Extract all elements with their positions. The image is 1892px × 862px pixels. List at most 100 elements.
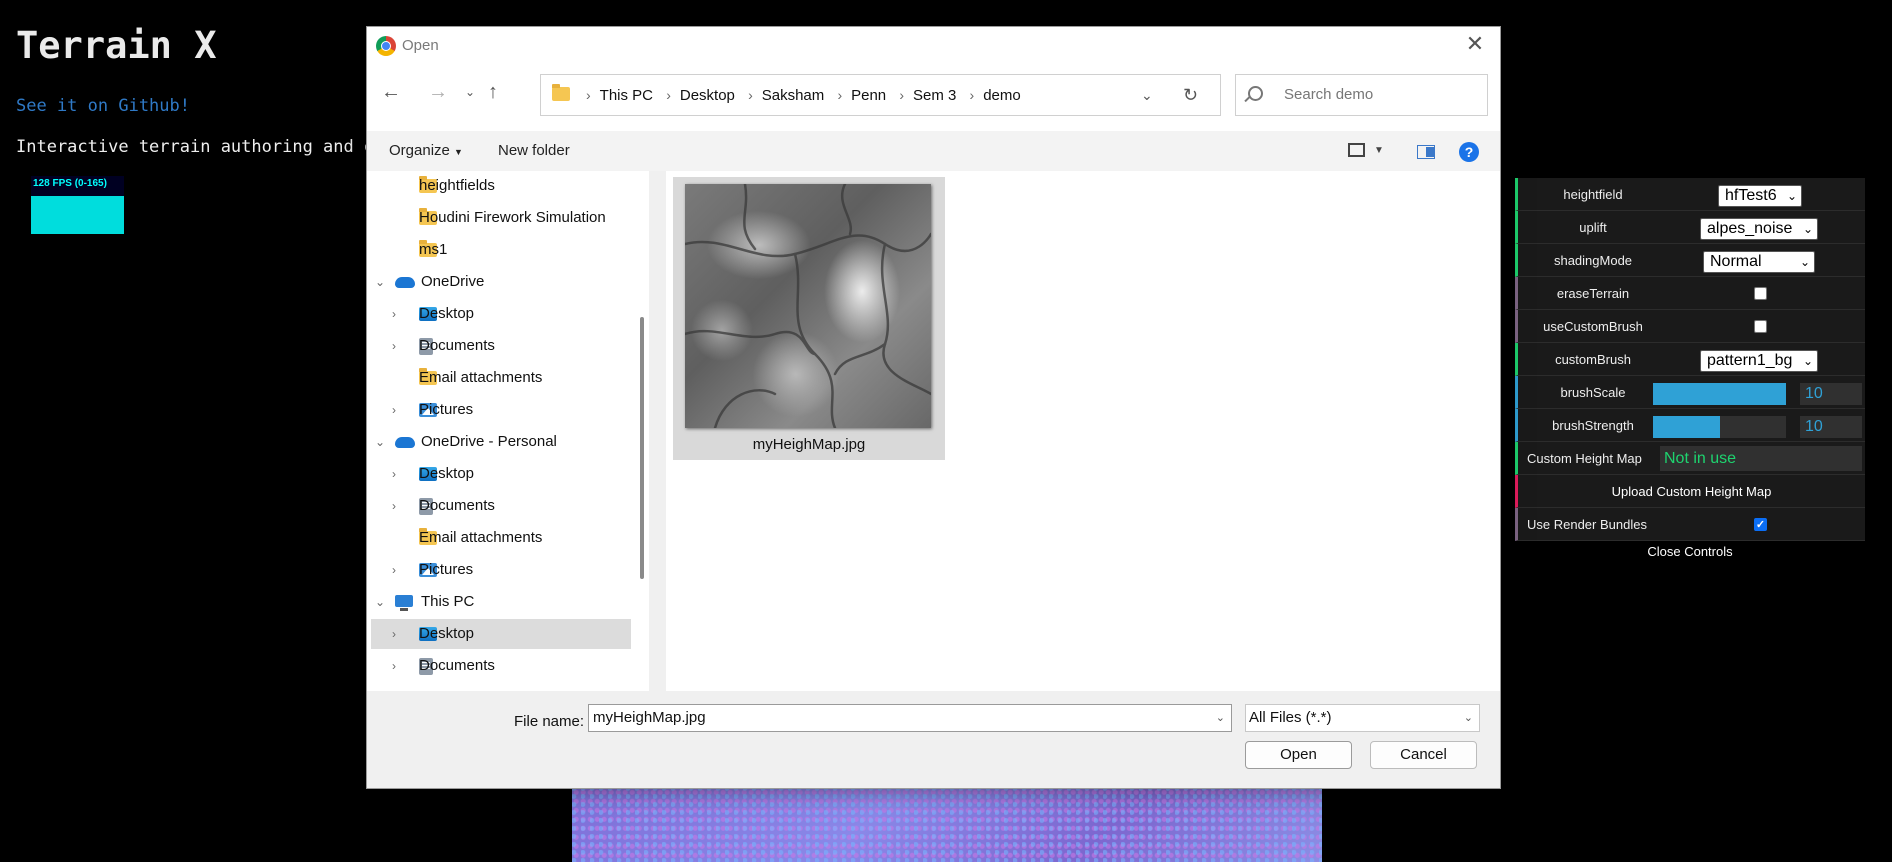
chevron-down-icon: ⌄	[1802, 354, 1813, 368]
search-placeholder: Search demo	[1284, 86, 1374, 103]
caret-down-icon: ▼	[454, 147, 463, 157]
tree-item-label: Desktop	[419, 305, 475, 322]
tree-item[interactable]: ms1	[371, 235, 631, 265]
tree-item[interactable]: › Pictures	[371, 555, 631, 585]
file-tile[interactable]: myHeighMap.jpg	[673, 177, 945, 460]
caret-down-icon[interactable]: ▼	[1374, 131, 1384, 171]
control-label: Use Render Bundles	[1527, 517, 1647, 532]
breadcrumb-saksham[interactable]: Saksham	[762, 87, 825, 104]
tree-item-label: ms1	[419, 241, 448, 258]
tree-item[interactable]: Email attachments	[371, 523, 631, 553]
control-use-custom-brush: useCustomBrush	[1515, 310, 1865, 343]
dialog-footer: File name: myHeighMap.jpg ⌄ All Files (*…	[367, 691, 1500, 788]
tree-item[interactable]: Email attachments	[371, 363, 631, 393]
tree-item[interactable]: › Documents	[371, 331, 631, 361]
upload-custom-height-map-button[interactable]: Upload Custom Height Map	[1515, 475, 1865, 508]
tree-item-label: Pictures	[419, 401, 474, 418]
heightfield-select[interactable]: hfTest6 ⌄	[1718, 185, 1802, 207]
tree-item[interactable]: › Documents	[371, 651, 631, 681]
chevron-down-icon[interactable]: ⌄	[1216, 705, 1225, 731]
tree-item[interactable]: ⌄ This PC	[371, 587, 631, 617]
open-file-dialog: Open ✕ ← → ⌄ ↑ › This PC › Desktop › Saksha…	[366, 26, 1501, 789]
breadcrumb-sem3[interactable]: Sem 3	[913, 87, 956, 104]
cancel-button[interactable]: Cancel	[1370, 741, 1477, 769]
page-title: Terrain X	[16, 24, 217, 67]
chevron-right-icon: ›	[899, 87, 904, 103]
brush-strength-slider[interactable]	[1653, 416, 1786, 438]
chevron-right-icon[interactable]: ›	[387, 619, 401, 649]
chevron-right-icon[interactable]: ›	[387, 395, 401, 425]
file-name-input[interactable]: myHeighMap.jpg ⌄	[588, 704, 1232, 732]
refresh-icon[interactable]: ↻	[1183, 75, 1198, 115]
tree-item-label: This PC	[421, 593, 475, 610]
uplift-select[interactable]: alpes_noise ⌄	[1700, 218, 1818, 240]
brush-strength-value[interactable]: 10	[1800, 416, 1862, 438]
forward-arrow-icon[interactable]: →	[423, 79, 453, 105]
tree-item[interactable]: › Desktop	[371, 299, 631, 329]
control-custom-brush: customBrush pattern1_bg ⌄	[1515, 343, 1865, 376]
address-bar[interactable]: › This PC › Desktop › Saksham › Penn › Sem 3 …	[540, 74, 1221, 116]
help-icon[interactable]: ?	[1459, 142, 1479, 162]
open-button[interactable]: Open	[1245, 741, 1352, 769]
preview-pane-icon[interactable]	[1417, 145, 1435, 159]
breadcrumb-desktop[interactable]: Desktop	[680, 87, 735, 104]
breadcrumb-this-pc[interactable]: This PC	[600, 87, 653, 104]
scrollbar-thumb[interactable]	[640, 317, 644, 579]
custom-height-map-field[interactable]: Not in use	[1660, 446, 1862, 471]
organize-button[interactable]: Organize ▼	[389, 131, 463, 172]
tree-item[interactable]: › Documents	[371, 491, 631, 521]
control-erase-terrain: eraseTerrain	[1515, 277, 1865, 310]
tree-item-label: Documents	[419, 337, 495, 354]
use-custom-brush-checkbox[interactable]	[1754, 320, 1767, 333]
new-folder-button[interactable]: New folder	[498, 131, 570, 171]
use-render-bundles-checkbox[interactable]: ✓	[1754, 518, 1767, 531]
search-input[interactable]: Search demo	[1235, 74, 1488, 116]
chevron-right-icon[interactable]: ›	[387, 651, 401, 681]
terrain-canvas[interactable]	[572, 786, 1322, 862]
chevron-down-icon[interactable]: ⌄	[373, 267, 387, 297]
breadcrumb-demo[interactable]: demo	[983, 87, 1021, 104]
tree-item-label: Email attachments	[419, 529, 543, 546]
fps-monitor[interactable]: 128 FPS (0-165)	[31, 176, 124, 234]
chevron-down-icon[interactable]: ⌄	[373, 427, 387, 457]
file-type-value: All Files (*.*)	[1249, 709, 1332, 726]
up-arrow-icon[interactable]: ↑	[478, 79, 508, 105]
tree-item[interactable]: ⌄ OneDrive	[371, 267, 631, 297]
tree-item[interactable]: › Pictures	[371, 395, 631, 425]
heightmap-thumbnail	[685, 184, 931, 428]
erase-terrain-checkbox[interactable]	[1754, 287, 1767, 300]
close-icon[interactable]: ✕	[1460, 31, 1490, 57]
dialog-titlebar[interactable]: Open ✕	[367, 27, 1500, 67]
tree-item[interactable]: heightfields	[371, 171, 631, 201]
address-dropdown-chevron-icon[interactable]: ⌄	[1141, 75, 1153, 115]
chevron-right-icon[interactable]: ›	[387, 491, 401, 521]
breadcrumb-penn[interactable]: Penn	[851, 87, 886, 104]
shading-mode-select[interactable]: Normal ⌄	[1703, 251, 1815, 273]
tree-item[interactable]: › Desktop	[371, 619, 631, 649]
back-arrow-icon[interactable]: ←	[376, 79, 406, 105]
chevron-right-icon[interactable]: ›	[387, 459, 401, 489]
tree-item[interactable]: › Desktop	[371, 459, 631, 489]
navigation-scrollbar[interactable]	[637, 171, 649, 691]
github-link[interactable]: See it on Github!	[16, 96, 190, 116]
tree-item-label: OneDrive - Personal	[421, 433, 557, 450]
tree-item-label: Desktop	[419, 465, 475, 482]
chevron-right-icon[interactable]: ›	[387, 555, 401, 585]
file-type-select[interactable]: All Files (*.*) ⌄	[1245, 704, 1480, 732]
search-icon	[1248, 86, 1263, 101]
pane-divider[interactable]	[649, 171, 666, 691]
chevron-right-icon[interactable]: ›	[387, 331, 401, 361]
chevron-down-icon[interactable]: ⌄	[373, 587, 387, 617]
control-heightfield: heightfield hfTest6 ⌄	[1515, 178, 1865, 211]
control-brush-strength: brushStrength 10	[1515, 409, 1865, 442]
view-options-icon[interactable]	[1348, 143, 1365, 157]
tree-item[interactable]: Houdini Firework Simulation	[371, 203, 631, 233]
custom-brush-select[interactable]: pattern1_bg ⌄	[1700, 350, 1818, 372]
chevron-right-icon[interactable]: ›	[387, 299, 401, 329]
chevron-down-icon: ⌄	[1786, 189, 1797, 203]
control-label: shadingMode	[1553, 253, 1633, 268]
brush-scale-slider[interactable]	[1653, 383, 1786, 405]
brush-scale-value[interactable]: 10	[1800, 383, 1862, 405]
close-controls-button[interactable]: Close Controls	[1515, 541, 1865, 563]
tree-item[interactable]: ⌄ OneDrive - Personal	[371, 427, 631, 457]
